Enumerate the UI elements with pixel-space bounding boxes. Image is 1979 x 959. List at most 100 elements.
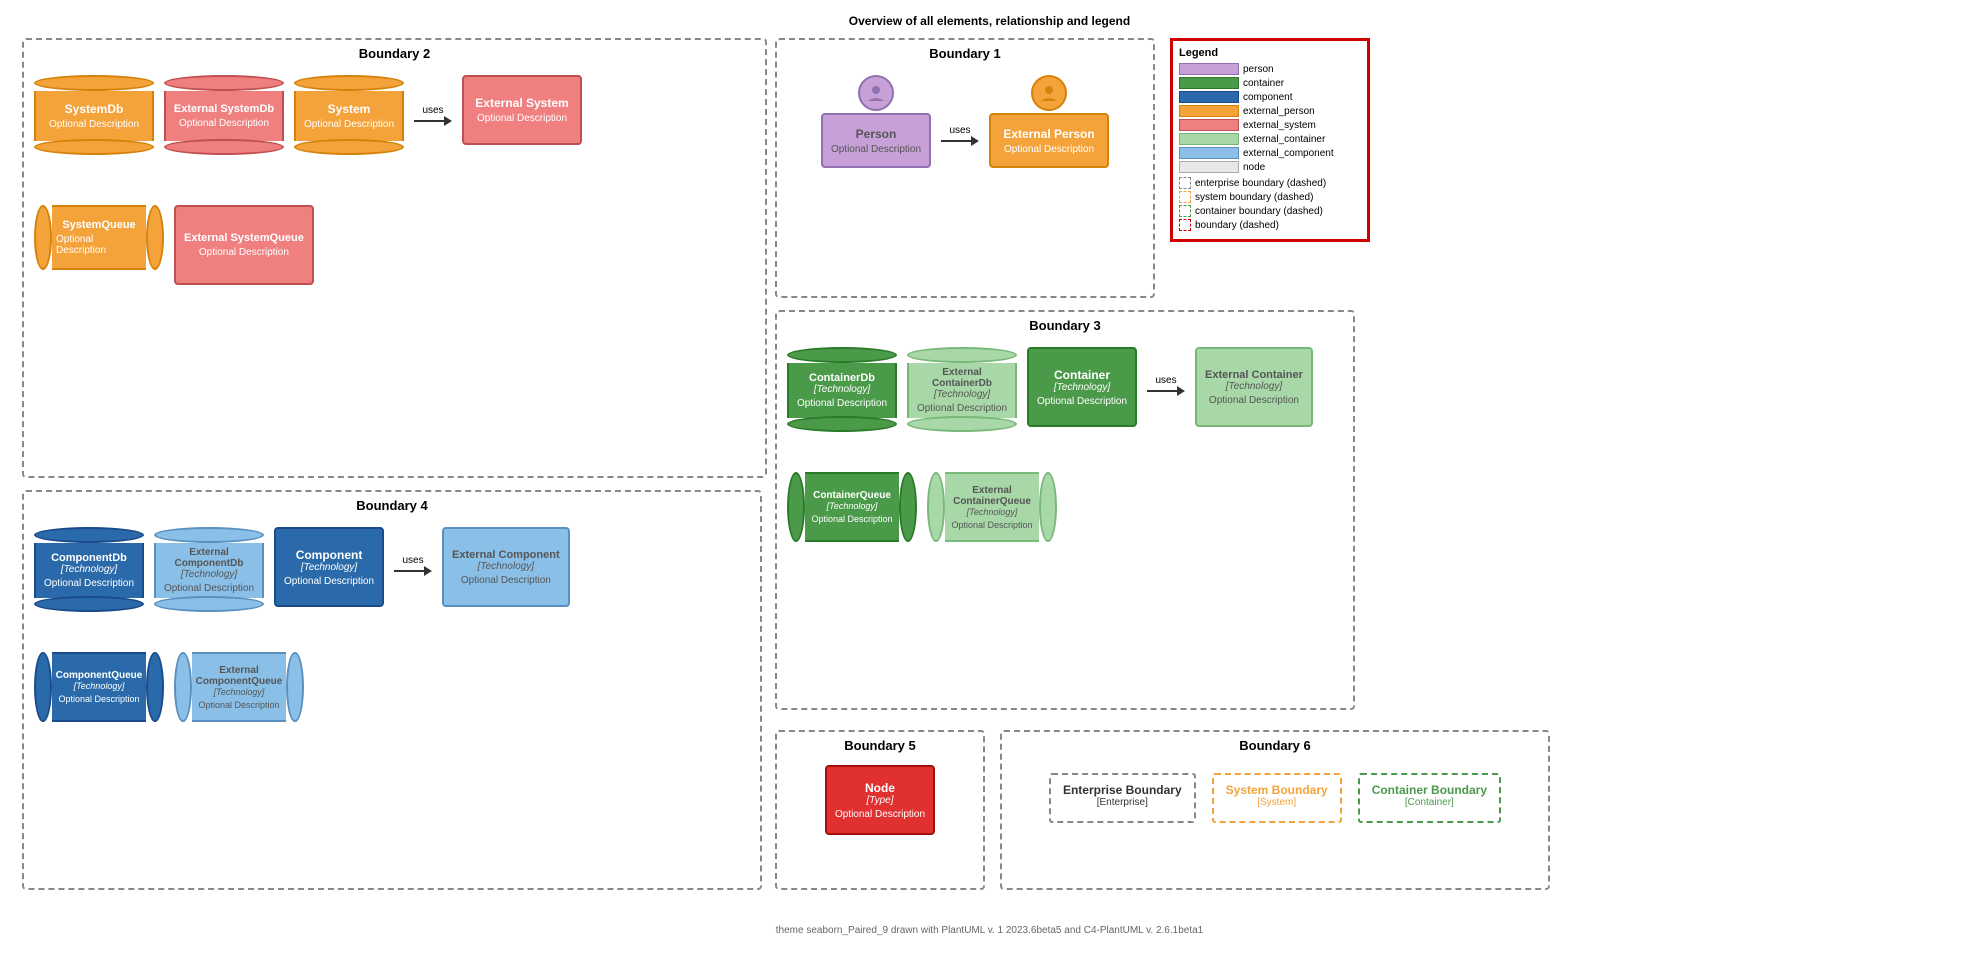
legend-ext-person-swatch xyxy=(1179,105,1239,117)
boundary-1-title: Boundary 1 xyxy=(777,40,1153,65)
uses-arrow-component: uses xyxy=(394,555,432,576)
ext-person-name: External Person xyxy=(1003,127,1094,141)
component-queue-name: ComponentQueue xyxy=(56,670,143,681)
ext-system-name: External System xyxy=(475,96,568,110)
legend-person-swatch xyxy=(1179,63,1239,75)
ext-system-db-element: External SystemDb Optional Description xyxy=(164,75,284,155)
boundary-6: Boundary 6 Enterprise Boundary [Enterpri… xyxy=(1000,730,1550,890)
container-tech: [Technology] xyxy=(1054,382,1110,393)
legend-ext-component-swatch xyxy=(1179,147,1239,159)
ext-person-element: External Person Optional Description xyxy=(989,75,1109,168)
ext-component-db-desc: Optional Description xyxy=(164,583,254,594)
node-tech: [Type] xyxy=(866,795,893,806)
legend-cont-boundary-swatch xyxy=(1179,205,1191,217)
system-desc: Optional Description xyxy=(304,119,394,130)
legend: Legend person container component extern… xyxy=(1170,38,1370,242)
ext-container-queue-element: External ContainerQueue [Technology] Opt… xyxy=(927,472,1057,542)
ext-container-tech: [Technology] xyxy=(1226,381,1282,392)
system-db-desc: Optional Description xyxy=(49,119,139,130)
legend-cont-boundary-row: container boundary (dashed) xyxy=(1179,205,1361,217)
container-desc: Optional Description xyxy=(1037,396,1127,407)
legend-boundary-label: boundary (dashed) xyxy=(1195,220,1279,231)
boundary-4: Boundary 4 ComponentDb [Technology] Opti… xyxy=(22,490,762,890)
legend-ext-system-label: external_system xyxy=(1243,120,1316,131)
ext-component-db-name: External ComponentDb xyxy=(160,547,258,569)
component-name: Component xyxy=(296,548,363,562)
component-queue-tech: [Technology] xyxy=(74,681,125,691)
system-queue-desc: Optional Description xyxy=(56,234,142,256)
legend-ext-system-row: external_system xyxy=(1179,119,1361,131)
legend-person-row: person xyxy=(1179,63,1361,75)
ext-component-desc: Optional Description xyxy=(461,575,551,586)
system-db-element: SystemDb Optional Description xyxy=(34,75,154,155)
uses-arrow-person: uses xyxy=(941,125,979,146)
legend-ext-container-swatch xyxy=(1179,133,1239,145)
legend-person-label: person xyxy=(1243,64,1274,75)
legend-boundary-row: boundary (dashed) xyxy=(1179,219,1361,231)
legend-ext-person-row: external_person xyxy=(1179,105,1361,117)
legend-boundary-swatch xyxy=(1179,219,1191,231)
system-boundary-sub: [System] xyxy=(1257,797,1296,808)
main-canvas: Overview of all elements, relationship a… xyxy=(0,0,1979,940)
legend-enterprise-row: enterprise boundary (dashed) xyxy=(1179,177,1361,189)
system-name: System xyxy=(328,102,371,116)
ext-container-queue-tech: [Technology] xyxy=(967,507,1018,517)
ext-system-queue-name: External SystemQueue xyxy=(184,232,304,244)
legend-node-swatch xyxy=(1179,161,1239,173)
component-db-name: ComponentDb xyxy=(51,552,127,564)
container-name: Container xyxy=(1054,368,1110,382)
ext-component-tech: [Technology] xyxy=(478,561,534,572)
boundary-5-title: Boundary 5 xyxy=(777,732,983,757)
uses-label-person: uses xyxy=(949,125,970,136)
node-name: Node xyxy=(865,781,895,795)
ext-component-name: External Component xyxy=(452,549,560,561)
legend-dashed-section: enterprise boundary (dashed) system boun… xyxy=(1179,177,1361,231)
uses-arrow-container: uses xyxy=(1147,375,1185,396)
ext-system-element: External System Optional Description xyxy=(462,75,582,145)
ext-container-queue-name: External ContainerQueue xyxy=(949,485,1035,507)
system-boundary-name: System Boundary xyxy=(1226,783,1328,797)
legend-ext-component-row: external_component xyxy=(1179,147,1361,159)
boundary-2-title: Boundary 2 xyxy=(24,40,765,65)
legend-component-row: component xyxy=(1179,91,1361,103)
boundary-5: Boundary 5 Node [Type] Optional Descript… xyxy=(775,730,985,890)
legend-enterprise-label: enterprise boundary (dashed) xyxy=(1195,178,1326,189)
container-element: Container [Technology] Optional Descript… xyxy=(1027,347,1137,427)
legend-title: Legend xyxy=(1179,47,1361,59)
component-queue-desc: Optional Description xyxy=(58,694,139,704)
enterprise-boundary-name: Enterprise Boundary xyxy=(1063,783,1182,797)
ext-component-db-tech: [Technology] xyxy=(181,569,237,580)
boundary-1: Boundary 1 Person Optional Description u… xyxy=(775,38,1155,298)
container-queue-desc: Optional Description xyxy=(811,514,892,524)
ext-component-db-element: External ComponentDb [Technology] Option… xyxy=(154,527,264,612)
page-title: Overview of all elements, relationship a… xyxy=(0,6,1979,32)
legend-ext-container-label: external_container xyxy=(1243,134,1325,145)
container-boundary-name: Container Boundary xyxy=(1372,783,1487,797)
legend-enterprise-swatch xyxy=(1179,177,1191,189)
enterprise-boundary-item: Enterprise Boundary [Enterprise] xyxy=(1049,773,1196,823)
component-db-desc: Optional Description xyxy=(44,578,134,589)
legend-cont-boundary-label: container boundary (dashed) xyxy=(1195,206,1323,217)
node-element: Node [Type] Optional Description xyxy=(825,765,935,835)
boundary-3-title: Boundary 3 xyxy=(777,312,1353,337)
component-db-tech: [Technology] xyxy=(61,564,117,575)
system-boundary-item: System Boundary [System] xyxy=(1212,773,1342,823)
ext-component-queue-desc: Optional Description xyxy=(198,700,279,710)
ext-container-element: External Container [Technology] Optional… xyxy=(1195,347,1313,427)
ext-person-desc: Optional Description xyxy=(1004,144,1094,155)
ext-container-queue-desc: Optional Description xyxy=(951,520,1032,530)
uses-arrow-1: uses xyxy=(414,105,452,126)
ext-component-element: External Component [Technology] Optional… xyxy=(442,527,570,607)
ext-system-queue-desc: Optional Description xyxy=(199,247,289,258)
system-db-name: SystemDb xyxy=(65,102,124,116)
boundary-3: Boundary 3 ContainerDb [Technology] Opti… xyxy=(775,310,1355,710)
uses-label-1: uses xyxy=(422,105,443,116)
ext-container-db-desc: Optional Description xyxy=(917,403,1007,414)
person-element: Person Optional Description xyxy=(821,75,931,168)
uses-label-component: uses xyxy=(402,555,423,566)
system-element: System Optional Description xyxy=(294,75,404,155)
legend-node-row: node xyxy=(1179,161,1361,173)
legend-ext-system-swatch xyxy=(1179,119,1239,131)
system-queue-element: SystemQueue Optional Description xyxy=(34,205,164,270)
container-db-name: ContainerDb xyxy=(809,372,875,384)
